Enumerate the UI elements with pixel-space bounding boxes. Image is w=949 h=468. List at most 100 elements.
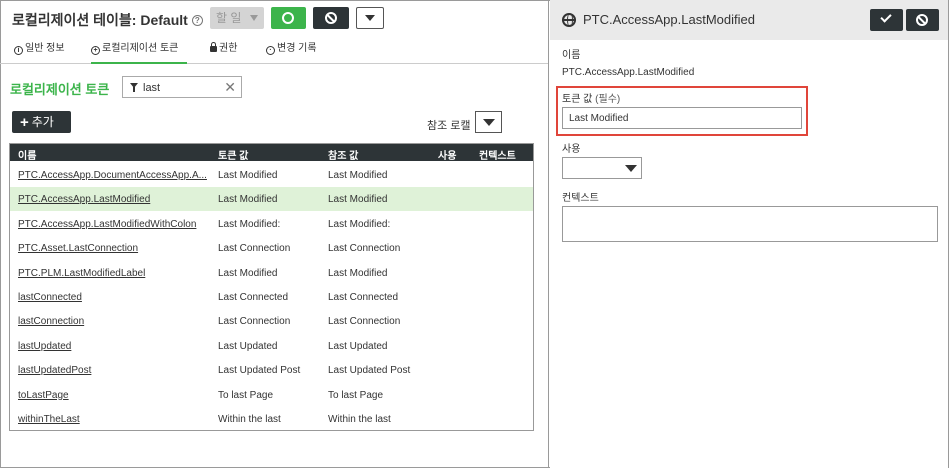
token-name-link[interactable]: withinTheLast [18,414,80,425]
token-name-link[interactable]: PTC.PLM.LastModifiedLabel [18,268,145,279]
token-value-cell: Last Modified: [218,218,281,230]
tab-general-info[interactable]: i 일반 정보 [14,40,65,64]
tab-bar: i 일반 정보 + 로컬리제이션 토큰 권한 · 변경 기록 [0,40,548,64]
token-value-cell: Last Updated [218,340,278,352]
cancel-button[interactable] [906,9,939,31]
column-header-usage[interactable]: 사용 [438,147,456,162]
usage-label: 사용 [562,144,581,155]
column-header-context[interactable]: 컨텍스트 [479,147,516,162]
reference-value-cell: Last Connection [328,316,401,328]
table-row[interactable]: toLastPage To last Page To last Page [10,383,533,407]
reference-value-cell: Within the last [328,414,391,425]
table-row[interactable]: PTC.PLM.LastModifiedLabel Last Modified La… [10,261,533,285]
table-row[interactable]: lastConnection Last Connection Last Connec… [10,309,533,333]
table-row[interactable]: lastUpdated Last Updated Last Updated [10,334,533,358]
context-textarea[interactable] [562,206,938,242]
table-row[interactable]: lastUpdatedPost Last Updated Post Last Upd… [10,358,533,382]
add-button[interactable]: + 추가 [12,111,71,133]
token-name-link[interactable]: lastUpdatedPost [18,365,91,376]
assign-button-label: 할 일 [216,11,242,25]
token-value-cell: Last Connection [218,243,291,255]
grid-header: 이름 토큰 값 참조 값 사용 컨텍스트 [10,144,533,162]
circle-icon [282,12,294,24]
name-label: 이름 [562,50,581,61]
confirm-button[interactable] [870,9,903,31]
token-value-label: 토큰 값 (필수) [562,90,620,105]
detail-header: PTC.AccessApp.LastModified [550,0,948,40]
token-name-link[interactable]: PTC.AccessApp.LastModified [18,194,150,205]
table-row[interactable]: PTC.AccessApp.DocumentAccessApp.A... Last… [10,163,533,187]
chevron-down-icon [365,15,375,21]
token-grid: 이름 토큰 값 참조 값 사용 컨텍스트 PTC.AccessApp.Docum… [9,143,534,431]
token-detail-pane: PTC.AccessApp.LastModified 이름 PTC.Access… [550,0,948,468]
detail-title: PTC.AccessApp.LastModified [583,12,755,27]
page-title: 로컬리제이션 테이블: Default? [12,10,203,30]
required-label: (필수) [595,94,621,105]
table-row[interactable]: PTC.AccessApp.LastModifiedWithColon Last … [10,212,533,236]
ban-icon [916,14,928,26]
clock-icon: · [266,46,275,55]
reference-locale-select[interactable] [475,111,502,133]
table-row[interactable]: withinTheLast Within the last Within the l… [10,407,533,431]
token-name-link[interactable]: lastConnected [18,292,82,303]
token-name-link[interactable]: PTC.Asset.LastConnection [18,243,138,254]
localization-table-pane: 로컬리제이션 테이블: Default? 할 일 i 일반 정보 + 로컬리제이션 … [0,0,549,468]
tab-label: 변경 기록 [277,43,317,54]
table-row[interactable]: lastConnected Last Connected Last Connecte… [10,285,533,309]
usage-select[interactable] [562,157,642,179]
cancel-edit-button[interactable] [313,7,349,29]
assign-button[interactable]: 할 일 [210,7,264,29]
column-header-token-value[interactable]: 토큰 값 [218,147,248,162]
reference-locale-label: 참조 로캘 [427,120,471,132]
lock-icon [210,42,217,52]
close-icon[interactable]: ✕ [224,80,236,94]
token-name-link[interactable]: lastUpdated [18,341,71,352]
token-value-cell: Last Modified [218,267,278,279]
chevron-down-icon [625,165,637,172]
plus-icon: + [20,114,29,131]
add-button-label: 추가 [31,115,54,129]
ban-icon [325,12,337,24]
top-toolbar: 로컬리제이션 테이블: Default? 할 일 [0,0,548,40]
token-value-cell: Last Connection [218,316,291,328]
save-button[interactable] [271,7,306,29]
reference-value-cell: Last Modified: [328,218,391,230]
token-value-cell: Last Modified [218,170,278,181]
table-row[interactable]: PTC.Asset.LastConnection Last Connection L… [10,236,533,260]
reference-value-cell: Last Modified [328,170,388,181]
tab-label: 로컬리제이션 토큰 [102,43,179,54]
tab-permissions[interactable]: 권한 [210,40,237,64]
token-value-label-text: 토큰 값 [562,94,593,105]
token-value-cell: Last Connected [218,292,289,303]
reference-value-cell: To last Page [328,389,384,401]
help-icon[interactable]: ? [191,15,203,26]
globe-icon: + [91,46,100,55]
tab-localization-tokens[interactable]: + 로컬리제이션 토큰 [91,40,187,64]
name-value: PTC.AccessApp.LastModified [562,67,695,78]
tab-change-history[interactable]: · 변경 기록 [266,40,317,64]
chevron-down-icon [483,119,495,126]
token-name-link[interactable]: PTC.AccessApp.LastModifiedWithColon [18,219,196,230]
info-icon: i [14,46,23,55]
reference-value-cell: Last Modified [328,267,388,279]
tab-label: 일반 정보 [25,43,65,54]
token-value-input[interactable] [562,107,802,129]
filter-box: ✕ [122,76,242,98]
page-title-text: 로컬리제이션 테이블: Default [12,12,188,28]
section-title: 로컬리제이션 토큰 [10,82,110,97]
column-header-reference-value[interactable]: 참조 값 [328,147,358,162]
token-value-cell: Last Modified [218,194,278,206]
column-header-name[interactable]: 이름 [18,147,36,162]
token-value-cell: Last Updated Post [218,365,301,377]
tab-label: 권한 [219,43,238,54]
reference-value-cell: Last Updated [328,340,388,352]
token-name-link[interactable]: toLastPage [18,390,69,401]
check-icon [880,11,892,23]
token-name-link[interactable]: PTC.AccessApp.DocumentAccessApp.A... [18,170,207,181]
filter-input[interactable] [143,80,223,95]
token-name-link[interactable]: lastConnection [18,316,84,327]
token-value-cell: To last Page [218,389,274,401]
reference-value-cell: Last Updated Post [328,365,411,377]
table-row[interactable]: PTC.AccessApp.LastModified Last Modified L… [10,187,533,212]
more-actions-button[interactable] [356,7,384,29]
